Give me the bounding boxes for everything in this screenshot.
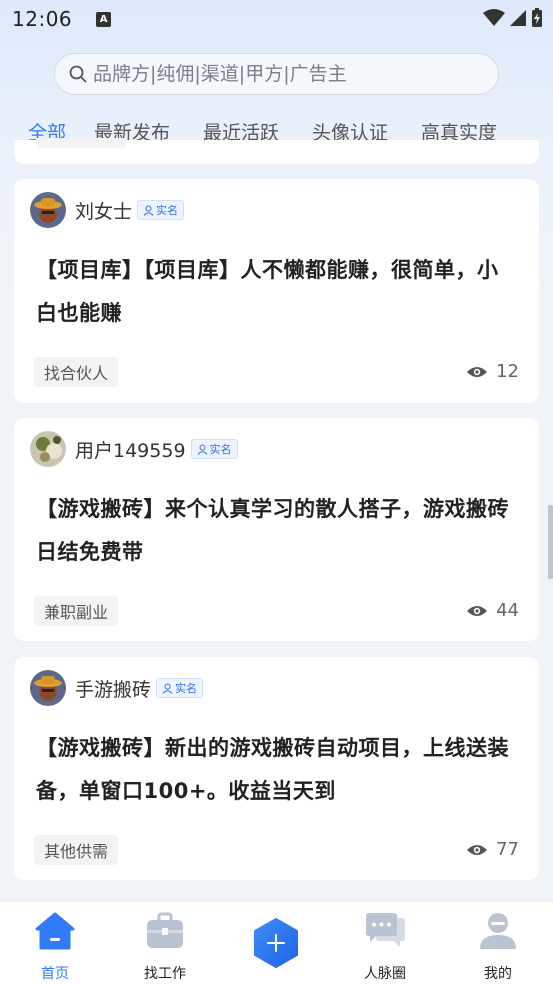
- post-tag: 找合伙人: [34, 357, 119, 387]
- scrollbar[interactable]: [548, 505, 553, 579]
- nav-profile-label: 我的: [484, 966, 512, 982]
- eye-icon: [467, 366, 488, 377]
- avatar[interactable]: [30, 192, 66, 228]
- person-icon: [143, 205, 154, 216]
- chat-icon: [364, 910, 406, 952]
- user-name[interactable]: 手游搬砖: [75, 675, 151, 702]
- search-icon: [69, 65, 87, 83]
- search-input[interactable]: [93, 63, 473, 85]
- nav-jobs[interactable]: 找工作: [110, 902, 220, 984]
- nav-home[interactable]: 首页: [0, 902, 110, 984]
- view-count: 12: [466, 361, 519, 382]
- post-title[interactable]: 【游戏搬砖】新出的游戏搬砖自动项目，上线送装备，单窗口100+。收益当天到: [36, 727, 517, 813]
- view-count-value: 12: [496, 361, 519, 382]
- create-post-button[interactable]: [253, 918, 299, 968]
- verified-badge: 实名: [137, 200, 185, 220]
- user-icon: [477, 910, 519, 952]
- post-card[interactable]: 刘女士 实名 【项目库】【项目库】人不懒都能赚，很简单，小白也能赚 找合伙人 1…: [14, 179, 539, 403]
- verified-badge-label: 实名: [175, 682, 198, 695]
- home-icon: [34, 910, 76, 952]
- user-name[interactable]: 刘女士: [75, 197, 132, 224]
- briefcase-icon: [144, 910, 186, 952]
- nav-profile[interactable]: 我的: [443, 902, 553, 984]
- eye-icon: [467, 844, 488, 855]
- post-tag-partial: [36, 138, 126, 148]
- verified-badge: 实名: [156, 678, 204, 698]
- search-box[interactable]: [54, 53, 499, 95]
- notification-icon: A: [96, 11, 112, 27]
- view-count-value: 44: [496, 600, 519, 621]
- eye-icon: [467, 605, 488, 616]
- post-tag: 其他供需: [34, 835, 119, 865]
- user-name[interactable]: 用户149559: [75, 436, 186, 463]
- nav-jobs-label: 找工作: [144, 966, 186, 982]
- plus-icon: [254, 918, 298, 968]
- post-card[interactable]: 手游搬砖 实名 【游戏搬砖】新出的游戏搬砖自动项目，上线送装备，单窗口100+。…: [14, 657, 539, 880]
- view-count: 44: [466, 600, 519, 621]
- post-title[interactable]: 【项目库】【项目库】人不懒都能赚，很简单，小白也能赚: [36, 249, 517, 335]
- battery-icon: [532, 8, 542, 27]
- post-header: 用户149559 实名: [30, 431, 238, 467]
- post-title[interactable]: 【游戏搬砖】来个认真学习的散人搭子，游戏搬砖日结免费带: [36, 488, 517, 574]
- person-icon: [162, 683, 173, 694]
- post-card-partial[interactable]: [14, 138, 539, 164]
- verified-badge-label: 实名: [209, 443, 232, 456]
- nav-network[interactable]: 人脉圈: [330, 902, 440, 984]
- nav-home-label: 首页: [41, 966, 69, 982]
- post-header: 手游搬砖 实名: [30, 670, 204, 706]
- wifi-icon: [483, 9, 505, 26]
- signal-icon: [510, 10, 526, 26]
- verified-badge-label: 实名: [156, 204, 179, 217]
- view-count: 77: [466, 839, 519, 860]
- person-icon: [197, 444, 207, 455]
- verified-badge: 实名: [190, 439, 238, 459]
- view-count-value: 77: [496, 839, 519, 860]
- status-icons: [483, 8, 543, 28]
- nav-network-label: 人脉圈: [364, 966, 406, 982]
- post-header: 刘女士 实名: [30, 192, 185, 228]
- status-bar: 12:06 A: [0, 0, 553, 38]
- avatar[interactable]: [30, 431, 66, 467]
- post-card[interactable]: 用户149559 实名 【游戏搬砖】来个认真学习的散人搭子，游戏搬砖日结免费带 …: [14, 418, 539, 641]
- post-tag: 兼职副业: [34, 596, 119, 626]
- avatar[interactable]: [30, 670, 66, 706]
- status-time: 12:06: [12, 7, 73, 31]
- search-bar[interactable]: [54, 53, 499, 95]
